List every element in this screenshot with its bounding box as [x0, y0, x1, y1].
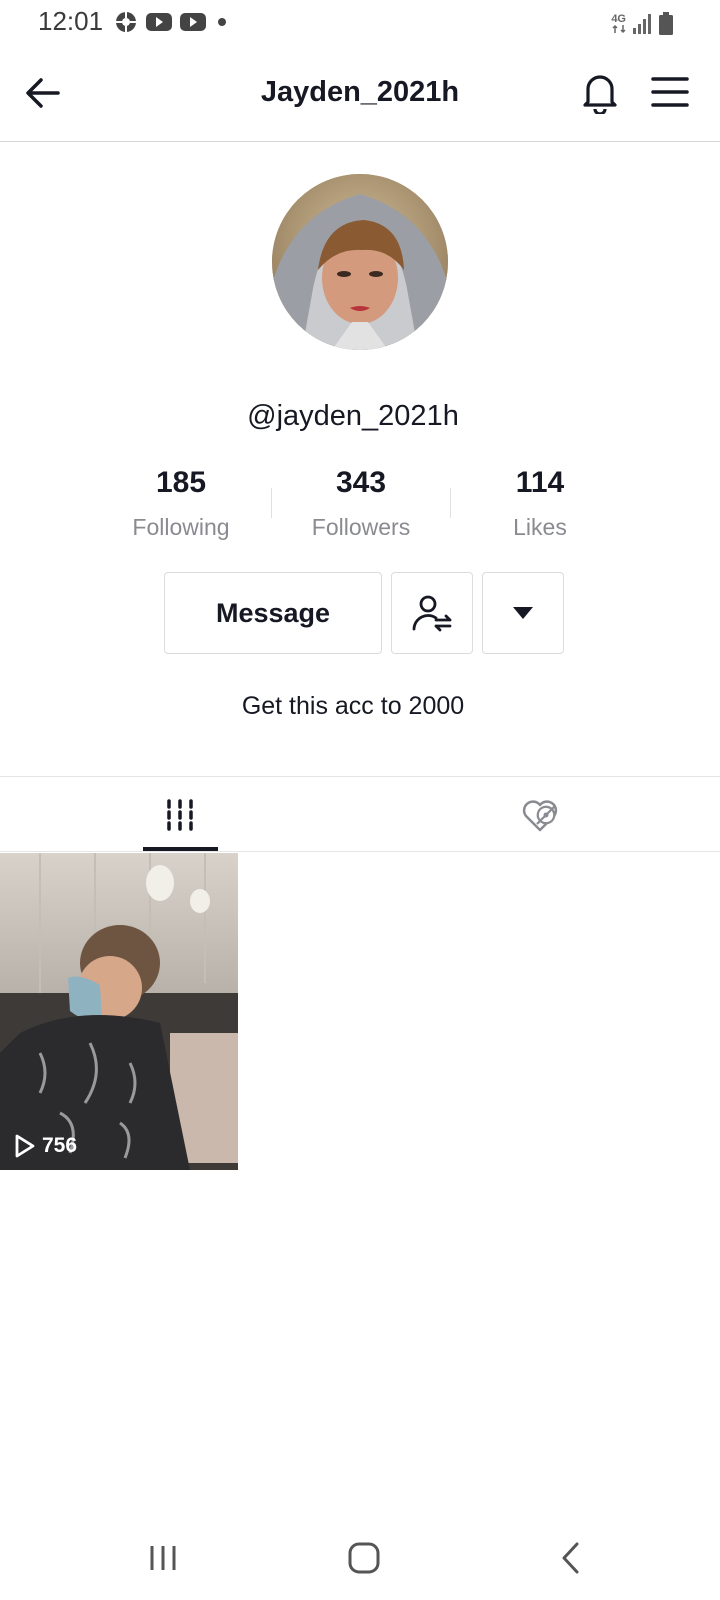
- profile-bio: Get this acc to 2000: [241, 692, 465, 720]
- following-count: 185: [155, 466, 207, 499]
- stat-followers[interactable]: 343 Followers: [271, 466, 451, 541]
- play-outline-icon: [15, 1134, 35, 1158]
- home-icon: [348, 1542, 380, 1574]
- tab-liked[interactable]: [502, 777, 578, 853]
- message-button[interactable]: Message: [164, 572, 382, 654]
- followers-label: Followers: [311, 514, 411, 540]
- video-thumbnail[interactable]: 756: [0, 853, 238, 1170]
- follow-status-button[interactable]: [391, 572, 473, 654]
- data-saver-icon: [116, 12, 136, 32]
- recents-icon: [150, 1546, 176, 1570]
- video-views-text: 756: [42, 1134, 78, 1157]
- profile-header: Jayden_2021h: [0, 46, 720, 142]
- home-button[interactable]: [339, 1538, 389, 1578]
- bell-icon: [583, 75, 617, 116]
- youtube-icon: [180, 13, 206, 31]
- 4g-icon: 4G: [611, 14, 626, 34]
- notifications-button[interactable]: [580, 70, 620, 116]
- video-view-count: 756: [14, 1134, 77, 1158]
- follow-switch-icon: [412, 595, 452, 632]
- following-label: Following: [132, 514, 230, 540]
- video-thumbnail-image: [0, 853, 238, 1170]
- system-back-button[interactable]: [546, 1538, 596, 1578]
- status-system-icons: 4G: [611, 12, 674, 36]
- dot-icon: [218, 18, 226, 26]
- more-options-button[interactable]: [482, 572, 564, 654]
- menu-button[interactable]: [650, 74, 690, 110]
- followers-count: 343: [335, 466, 387, 499]
- avatar[interactable]: [272, 174, 448, 350]
- youtube-icon: [146, 13, 172, 31]
- stat-following[interactable]: 185 Following: [91, 466, 271, 541]
- profile-handle: @jayden_2021h: [247, 400, 459, 432]
- dropdown-triangle-icon: [513, 607, 533, 619]
- hamburger-menu-icon: [651, 77, 689, 107]
- status-bar: 12:01 4G: [0, 0, 720, 46]
- likes-label: Likes: [513, 514, 567, 540]
- active-tab-indicator: [143, 847, 218, 851]
- status-time: 12:01: [38, 6, 104, 36]
- signal-icon: [633, 14, 651, 34]
- videos-grid-icon: [167, 799, 193, 831]
- back-icon: [562, 1542, 579, 1574]
- recents-button[interactable]: [138, 1538, 188, 1578]
- stat-likes[interactable]: 114 Likes: [450, 466, 630, 541]
- liked-hidden-icon: [522, 800, 558, 832]
- battery-icon: [659, 12, 673, 35]
- network-label: 4G: [611, 13, 626, 25]
- status-notification-icons: [114, 10, 230, 34]
- tab-videos[interactable]: [142, 777, 218, 853]
- system-navigation-bar: [0, 1520, 720, 1600]
- likes-count: 114: [515, 466, 565, 499]
- avatar-image: [272, 174, 448, 350]
- content-tabs: [0, 776, 720, 852]
